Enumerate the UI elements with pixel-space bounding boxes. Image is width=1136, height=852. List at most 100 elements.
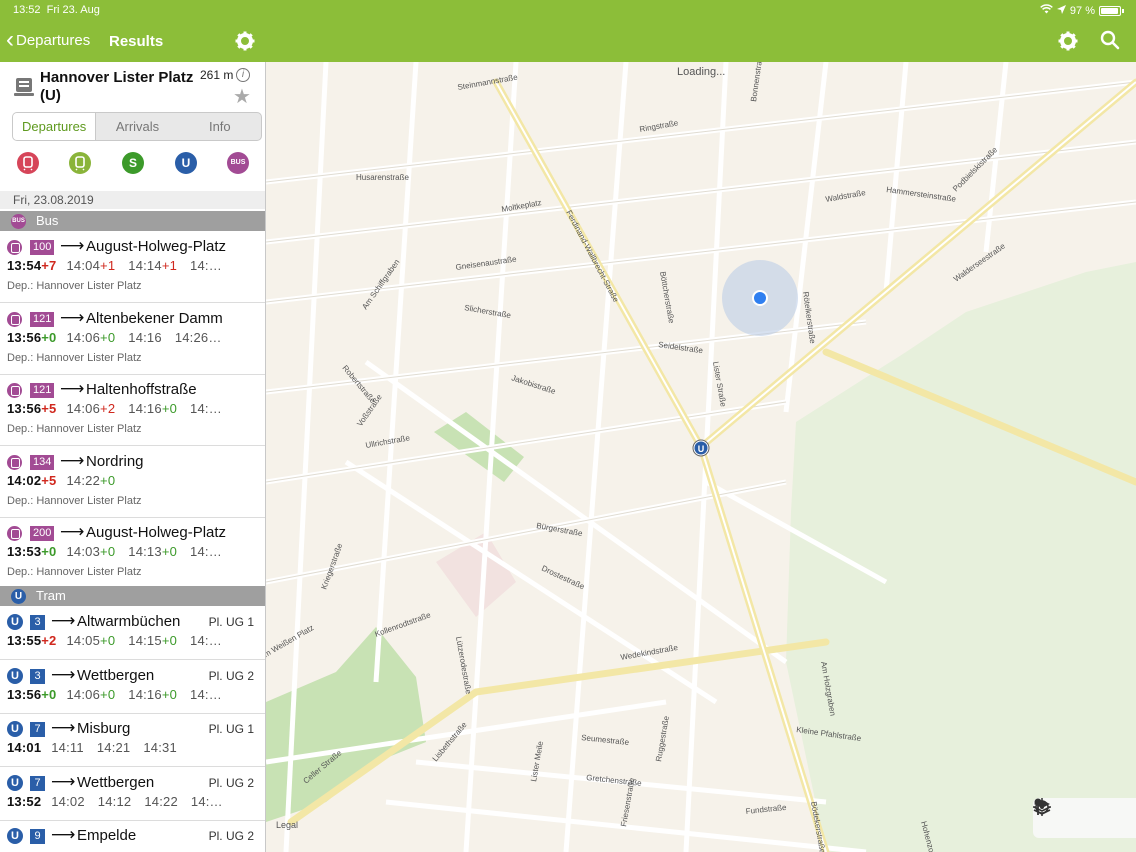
- street-label: Fundstraße: [745, 803, 787, 816]
- map-controls: [1033, 798, 1136, 838]
- street-label: Waldstraße: [825, 188, 867, 204]
- line-badge: 100: [30, 240, 55, 255]
- platform-label: Pl. UG 2: [208, 829, 254, 843]
- transport-mode-filter: S U BUS: [0, 152, 265, 178]
- departure-times: 13:52 14:02 14:12 14:22 14:…: [7, 794, 236, 809]
- tram-departure-row[interactable]: U 3 ⟶ Wettbergen Pl. UG 2 13:56+0 14:06+0 14:16…: [0, 660, 265, 714]
- delay-value: +0: [100, 544, 116, 560]
- street-label: Walderseestraße: [952, 241, 1007, 283]
- back-button[interactable]: ‹ Departures: [6, 28, 90, 52]
- battery-icon: [1099, 5, 1121, 16]
- platform-label: Pl. UG 1: [208, 615, 254, 629]
- first-departure-time: 13:56+0: [7, 329, 57, 345]
- first-departure-time: 13:52: [7, 793, 42, 809]
- map-view[interactable]: U Steinmannstraße Husarenstraße Moltkeplat…: [266, 62, 1136, 852]
- street-label: Ruggestraße: [654, 715, 671, 763]
- status-right: 97 %: [1040, 4, 1124, 17]
- svg-text:U: U: [698, 444, 705, 454]
- departure-time: 14:16: [128, 329, 162, 345]
- info-icon[interactable]: i: [236, 68, 250, 82]
- line-badge: 200: [30, 526, 55, 542]
- nav-title: Results: [109, 33, 164, 50]
- bus-departure-row[interactable]: 121 ⟶ Haltenhoffstraße 13:56+5 14:06+2 14:16+…: [0, 374, 265, 447]
- delay-value: +7: [41, 258, 57, 273]
- bus-departure-row[interactable]: 100 ⟶ August-Holweg-Platz 13:54+7 14:04+1 14:…: [0, 231, 265, 303]
- departure-time: 14:11: [51, 740, 84, 755]
- arrow-right-icon: ⟶: [51, 611, 76, 630]
- status-time: 13:52 Fri 23. Aug: [13, 4, 100, 16]
- stop-name: Hannover Lister Platz (U): [40, 69, 194, 104]
- delay-value: +0: [41, 329, 57, 345]
- delay-value: +5: [41, 472, 57, 488]
- delay-value: +5: [41, 401, 57, 417]
- destination: Nordring: [86, 452, 144, 470]
- destination: Wettbergen: [77, 666, 155, 684]
- delay-value: +2: [100, 401, 116, 417]
- status-bar: 13:52 Fri 23. Aug 97 %: [0, 0, 1136, 20]
- departures-arrivals-info-tabs: Departures Arrivals Info: [12, 112, 262, 141]
- bus-icon: BUS: [11, 214, 26, 229]
- date-header: Fri, 23.08.2019: [0, 191, 265, 209]
- departure-time: 14:13+0: [128, 544, 178, 560]
- tab-arrivals[interactable]: Arrivals: [96, 113, 178, 140]
- bus-departure-row[interactable]: 134 ⟶ Nordring 14:02+5 14:22+0 Dep.: Hannover…: [0, 446, 265, 518]
- search-icon[interactable]: [1100, 30, 1120, 50]
- location-arrow-icon: [1056, 4, 1066, 17]
- departure-time: 14:21: [96, 740, 131, 755]
- delay-value: +0: [100, 633, 116, 648]
- street-label: Lützerodestraße: [454, 636, 473, 695]
- line-badge: 121: [30, 383, 55, 399]
- stop-sign-icon: [14, 76, 34, 98]
- departure-times: 13:56+0 14:06+0 14:16 14:26…: [7, 330, 235, 345]
- bus-departure-row[interactable]: 200 ⟶ August-Holweg-Platz 13:53+0 14:03+0 14:…: [0, 517, 265, 590]
- u-bahn-icon: U: [7, 721, 23, 737]
- destination: Misburg: [77, 720, 131, 737]
- tram-mode-icon[interactable]: [69, 152, 91, 174]
- departure-time: 14:31: [143, 740, 177, 755]
- u-bahn-icon: U: [7, 667, 23, 684]
- first-departure-time: 13:56+0: [7, 686, 57, 702]
- legal-link[interactable]: Legal: [276, 820, 298, 830]
- tab-info[interactable]: Info: [179, 113, 261, 140]
- first-departure-time: 13:53+0: [7, 544, 57, 560]
- settings-gear-icon[interactable]: [235, 31, 255, 51]
- tram-departure-row[interactable]: U 9 ⟶ Empelde Pl. UG 2: [0, 820, 265, 852]
- departure-stop: Dep.: Hannover Lister Platz: [7, 423, 142, 436]
- departure-time: 14:…: [190, 793, 223, 809]
- bus-departure-row[interactable]: 121 ⟶ Altenbekener Damm 13:56+0 14:06+0 14:16…: [0, 303, 265, 375]
- delay-value: +1: [161, 258, 178, 273]
- regional-train-mode-icon[interactable]: [17, 152, 39, 174]
- pin-icon[interactable]: [1034, 798, 1094, 828]
- platform-label: Pl. UG 1: [208, 722, 254, 736]
- section-label: Tram: [36, 588, 66, 603]
- line-badge: 3: [30, 668, 45, 684]
- tram-departure-row[interactable]: U 7 ⟶ Misburg Pl. UG 1 14:01 14:11 14:21 14:31: [0, 713, 265, 767]
- street-label: Böttcherstraße: [658, 271, 676, 325]
- s-bahn-mode-icon[interactable]: S: [122, 152, 144, 174]
- delay-value: +0: [100, 472, 116, 488]
- bus-icon: [7, 383, 22, 399]
- tab-departures[interactable]: Departures: [13, 113, 97, 140]
- section-header-bus: BUS Bus: [0, 211, 265, 231]
- departure-time: 14:15+0: [128, 633, 178, 648]
- layers-icon[interactable]: [1033, 800, 1129, 828]
- line-badge: 134: [30, 454, 55, 470]
- line-badge: 121: [30, 311, 55, 327]
- favorite-star-icon[interactable]: ★: [233, 84, 251, 109]
- departure-times: 13:56+5 14:06+2 14:16+0 14:…: [7, 401, 235, 416]
- map-settings-gear-icon[interactable]: [1058, 31, 1078, 51]
- u-bahn-mode-icon[interactable]: U: [175, 152, 197, 174]
- departure-times: 13:54+7 14:04+1 14:14+1 14:…: [7, 258, 235, 273]
- tram-departure-row[interactable]: U 3 ⟶ Altwarmbüchen Pl. UG 1 13:55+2 14:05+0 14…: [0, 606, 265, 660]
- platform-label: Pl. UG 2: [208, 775, 254, 790]
- departure-time: 14:…: [190, 686, 222, 702]
- line-badge: 7: [30, 722, 45, 737]
- delay-value: +1: [100, 258, 116, 273]
- departure-times: 13:53+0 14:03+0 14:13+0 14:…: [7, 544, 235, 559]
- tram-departure-row[interactable]: U 7 ⟶ Wettbergen Pl. UG 2 13:52 14:02 14:12 14:2…: [0, 767, 265, 821]
- departure-time: 14:06+0: [66, 329, 116, 345]
- departure-time: 14:16+0: [128, 401, 178, 417]
- bus-mode-icon[interactable]: BUS: [227, 152, 249, 174]
- arrow-right-icon: ⟶: [51, 664, 76, 684]
- departure-time: 14:03+0: [66, 544, 116, 560]
